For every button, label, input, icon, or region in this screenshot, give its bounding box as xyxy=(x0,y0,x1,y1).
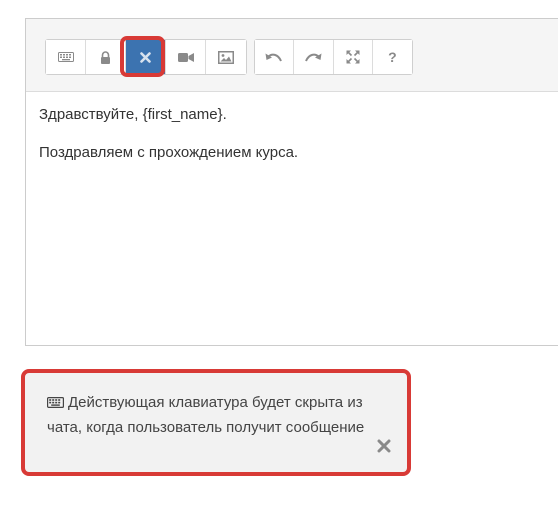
message-line-greeting: Здравствуйте, {first_name}. xyxy=(39,106,227,123)
video-button[interactable] xyxy=(166,40,206,74)
help-button[interactable]: ? xyxy=(372,40,412,74)
editor-content[interactable]: Здравствуйте, {first_name}. Поздравляем … xyxy=(39,105,556,181)
keyboard-icon xyxy=(47,397,64,408)
editor-toolbar: ? xyxy=(26,19,558,92)
redo-button[interactable] xyxy=(294,40,334,74)
video-camera-icon xyxy=(177,52,194,62)
keyboard-button[interactable] xyxy=(46,40,86,74)
expand-icon xyxy=(346,50,360,64)
keyboard-icon xyxy=(57,52,74,62)
redo-icon xyxy=(305,53,322,61)
lock-icon xyxy=(101,50,110,64)
close-icon xyxy=(377,439,391,453)
image-icon xyxy=(218,50,234,64)
toolbar-group-media xyxy=(45,39,247,75)
undo-icon xyxy=(265,53,283,61)
keyboard-removal-notice: Действующая клавиатура будет скрыта из ч… xyxy=(21,369,411,476)
lock-button[interactable] xyxy=(86,40,126,74)
notice-text: Действующая клавиатура будет скрыта из ч… xyxy=(47,394,365,436)
toolbar-group-edit: ? xyxy=(254,39,413,75)
message-line-congrats: Поздравляем с прохождением курса. xyxy=(39,144,299,161)
undo-button[interactable] xyxy=(255,40,295,74)
close-icon xyxy=(140,51,151,63)
fullscreen-button[interactable] xyxy=(333,40,373,74)
image-button[interactable] xyxy=(206,40,246,74)
notice-close-button[interactable] xyxy=(377,439,393,455)
remove-keyboard-button[interactable] xyxy=(126,40,166,74)
message-editor: ? Здравствуйте, {first_name}. Поздравляе… xyxy=(25,18,558,346)
question-icon: ? xyxy=(388,49,397,65)
